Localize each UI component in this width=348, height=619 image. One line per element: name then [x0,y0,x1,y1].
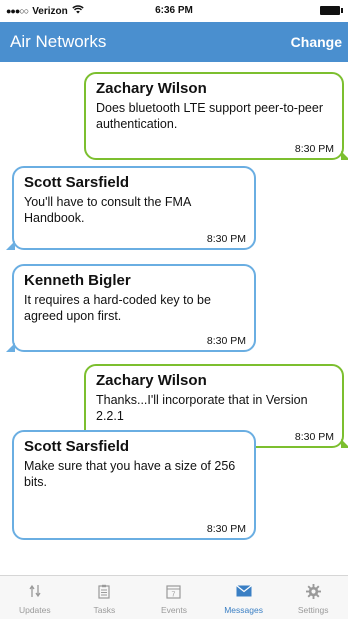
tab-label: Events [160,605,187,615]
message-bubble: Zachary Wilson Does bluetooth LTE suppor… [84,72,348,160]
tab-bar: Updates Tasks 7 Events Messages Settings [0,575,348,619]
message-bubble: Scott Sarsfield Make sure that you have … [12,430,256,540]
message-bubble: Scott Sarsfield You'll have to consult t… [6,166,256,250]
updates-icon [26,583,44,599]
tab-label: Updates [18,605,51,615]
message-time: 8:30 PM [206,523,246,535]
message-time: 8:30 PM [206,335,246,347]
change-button[interactable]: Change [291,34,342,50]
tasks-icon [95,583,113,599]
tab-events[interactable]: 7 Events [139,576,209,619]
calendar-icon: 7 [165,583,183,599]
navigation-bar: Air Networks Change [0,22,348,62]
status-time: 6:36 PM [155,5,193,16]
message-text: It requires a hard-coded key to be agree… [24,293,211,323]
tab-label: Tasks [93,605,116,615]
bubble-tail [341,439,348,448]
message-sender: Scott Sarsfield [24,174,130,191]
tab-label: Settings [297,605,329,615]
bubble-tail [6,241,15,250]
tab-updates[interactable]: Updates [0,576,70,619]
message-text: You'll have to consult the FMA Handbook. [24,195,191,225]
battery-icon [320,6,343,15]
svg-text:7: 7 [172,591,176,598]
message-thread[interactable]: Zachary Wilson Does bluetooth LTE suppor… [0,62,348,572]
message-text: Thanks...I'll incorporate that in Versio… [96,393,308,423]
message-sender: Zachary Wilson [96,372,207,389]
message-time: 8:30 PM [294,431,334,443]
bubble-tail [341,151,348,160]
message-bubble: Kenneth Bigler It requires a hard-coded … [6,264,256,352]
tab-label: Messages [224,605,263,615]
gear-icon [304,583,322,599]
envelope-icon [235,583,253,599]
tab-messages[interactable]: Messages [209,576,279,619]
status-bar: ●●●○○ Verizon 6:36 PM [0,0,348,22]
message-time: 8:30 PM [294,143,334,155]
tab-tasks[interactable]: Tasks [70,576,140,619]
message-text: Make sure that you have a size of 256 bi… [24,459,236,489]
message-time: 8:30 PM [206,233,246,245]
message-text: Does bluetooth LTE support peer-to-peer … [96,101,323,131]
message-sender: Scott Sarsfield [24,438,130,455]
tab-settings[interactable]: Settings [278,576,348,619]
bubble-tail [6,343,15,352]
page-title: Air Networks [10,32,107,51]
message-sender: Zachary Wilson [96,80,207,97]
message-sender: Kenneth Bigler [24,272,131,289]
